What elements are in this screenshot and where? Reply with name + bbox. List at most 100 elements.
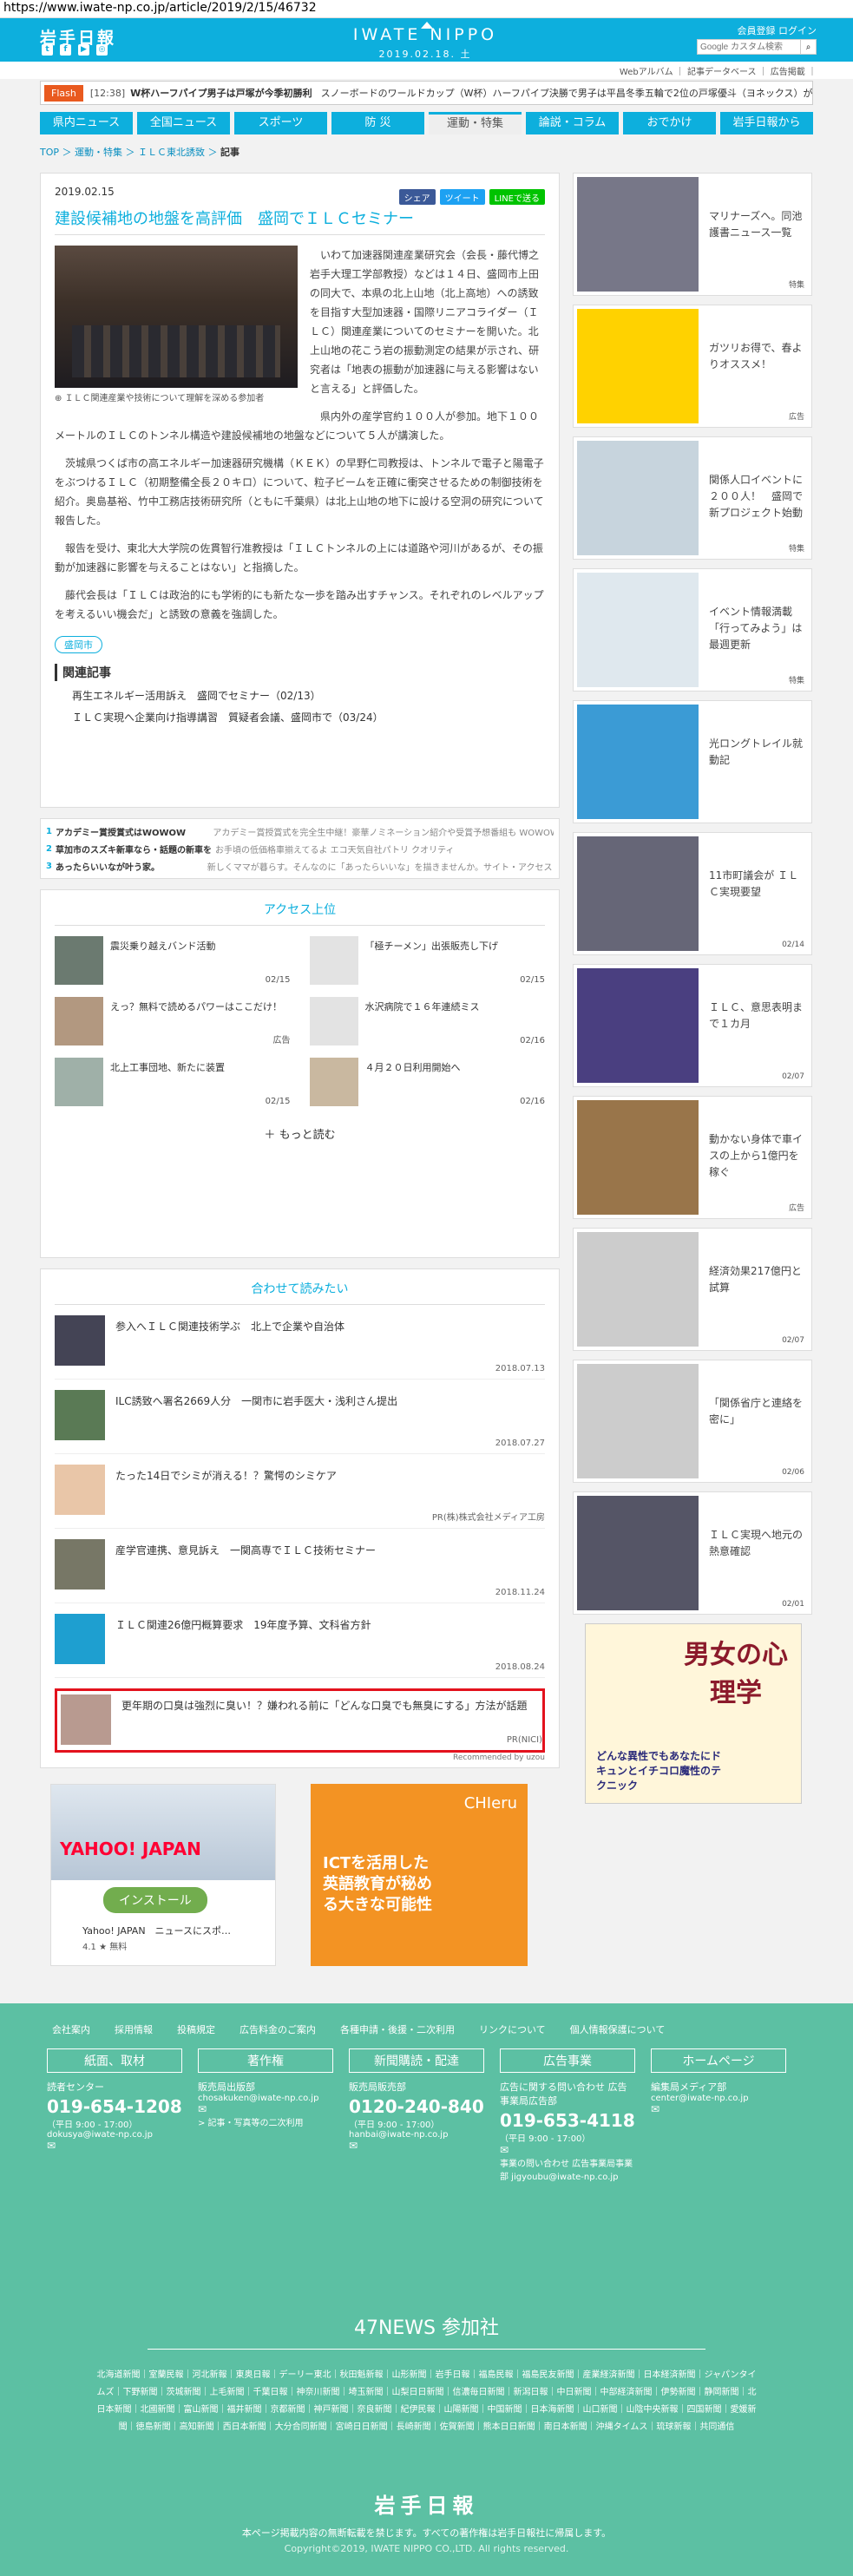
nav-national[interactable]: 全国ニュース — [137, 112, 230, 134]
ranking-item[interactable]: 北上工事団地、新たに装置 02/15 — [55, 1058, 291, 1106]
thumbnail — [577, 1100, 699, 1215]
seminar-photo[interactable] — [55, 246, 298, 388]
side-item[interactable]: 11市町議会が ＩＬＣ実現要望 02/14 — [574, 833, 811, 954]
search-button[interactable]: ⌕ — [801, 39, 817, 55]
phone-number[interactable]: 019-653-4118 — [500, 2110, 635, 2131]
recommend-credit[interactable]: Recommended by uzou — [453, 1753, 545, 1762]
side-item[interactable]: マリナーズへ。同池護書ニュース一覧 特集 — [574, 174, 811, 295]
side-item[interactable]: ＩＬＣ実現へ地元の熱意確認 02/01 — [574, 1492, 811, 1614]
footer-link[interactable]: 投稿規定 — [177, 2022, 215, 2036]
crumb-features[interactable]: 運動・特集 — [75, 147, 122, 158]
mail-icon[interactable]: ✉ — [500, 2144, 635, 2156]
side-item[interactable]: 関係人口イベントに２００人！ 盛岡で新プロジェクト始動 特集 — [574, 437, 811, 559]
recommended-item[interactable]: ILC誘致へ署名2669人分 一関市に岩手医大・浅利さん提出 2018.07.27 — [55, 1390, 545, 1454]
crumb-top[interactable]: TOP — [40, 147, 59, 158]
mail-icon[interactable]: ✉ — [651, 2103, 786, 2115]
ranking-item[interactable]: 「極チーメン」出張販売し下げ 02/15 — [309, 936, 545, 985]
recommended: 合わせて読みたい 参入へＩＬＣ関連技術学ぶ 北上で企業や自治体 2018.07.1… — [40, 1268, 560, 1768]
recommended-item-highlighted[interactable]: 更年期の口臭は強烈に臭い！？嫌われる前に「どんな口臭でも無臭にする」方法が話題 P… — [55, 1688, 545, 1753]
tweet-button[interactable]: ツイート — [439, 189, 485, 205]
side-item[interactable]: ＩＬＣ、意思表明まで１カ月 02/07 — [574, 965, 811, 1086]
recommended-item[interactable]: ＩＬＣ関連26億円概算要求 19年度予算、文科省方針 2018.08.24 — [55, 1614, 545, 1678]
phone-number[interactable]: 019-654-1208 — [47, 2096, 182, 2117]
recommended-item[interactable]: 参入へＩＬＣ関連技術学ぶ 北上で企業や自治体 2018.07.13 — [55, 1315, 545, 1380]
nippo-placeholder-icon — [309, 997, 358, 1045]
side-item[interactable]: 経済効果217億円と試算 02/07 — [574, 1229, 811, 1350]
more-button[interactable]: ＋ もっと読む — [55, 1125, 545, 1142]
flash-news[interactable]: Flash [12:38] W杯ハーフパイプ男子は戸塚が今季初勝利 スノーボード… — [40, 81, 813, 105]
chieru-logo: CHIeru — [463, 1794, 517, 1812]
recommended-item[interactable]: 産学官連携、意見訴え 一関高専でＩＬＣ技術セミナー 2018.11.24 — [55, 1539, 545, 1603]
side-item[interactable]: イベント情報満載「行ってみよう」は最週更新 特集 — [574, 569, 811, 691]
secondary-use-link[interactable]: > 記事・写真等の二次利用 — [198, 2115, 333, 2128]
mail-link[interactable]: hanbai@iwate-np.co.jp — [349, 2130, 484, 2140]
flash-tag: Flash — [44, 84, 83, 102]
footer-link[interactable]: 広告料金のご案内 — [239, 2022, 316, 2036]
mail-icon[interactable]: ✉ — [349, 2140, 484, 2152]
related-link[interactable]: 再生エネルギー活用訴え 盛岡でセミナー（02/13） — [55, 688, 545, 703]
phone-number[interactable]: 0120-240-840 — [349, 2096, 484, 2117]
news47-papers[interactable]: 北海道新聞｜室蘭民報｜河北新報｜東奥日報｜デーリー東北｜秋田魁新報｜山形新聞｜岩… — [95, 2367, 758, 2436]
text-ad[interactable]: 1 アカデミー賞授賞式はWOWOW アカデミー賞授賞式を完全生中継！豪華ノミネーショ… — [46, 823, 554, 840]
nav-local[interactable]: 県内ニュース — [40, 112, 133, 134]
twitter-icon[interactable]: t — [42, 44, 53, 56]
tag-morioka[interactable]: 盛岡市 — [55, 636, 102, 653]
app-name: Yahoo! JAPAN ニュースにスポ… — [82, 1925, 231, 1937]
nav-features[interactable]: 運動・特集 — [429, 112, 522, 134]
nav-disaster[interactable]: 防 災 — [331, 112, 424, 134]
recommended-item[interactable]: たった14日でシミが消える！？驚愕のシミケア PR(株)株式会社メディア工房 — [55, 1465, 545, 1529]
nav-outing[interactable]: おでかけ — [623, 112, 716, 134]
footer-link[interactable]: リンクについて — [479, 2022, 546, 2036]
contact-column: 著作権 販売局出版部 chosakuken@iwate-np.co.jp ✉ > 記事・… — [198, 2048, 333, 2182]
line-share-button[interactable]: LINEで送る — [489, 189, 545, 205]
mail-link[interactable]: dokusya@iwate-np.co.jp — [47, 2130, 182, 2140]
footer-logo[interactable]: 岩手日報 — [0, 2488, 853, 2519]
mail-icon[interactable]: ✉ — [47, 2140, 182, 2152]
share-buttons: シェア ツイート LINEで送る — [398, 189, 545, 205]
sub-links[interactable]: Webアルバム ｜ 記事データベース ｜ 広告掲載 ｜ — [0, 62, 853, 79]
footer-links: 会社案内 採用情報 投稿規定 広告料金のご案内 各種申請・後援・二次利用 リンク… — [52, 2022, 853, 2036]
psychology-ad[interactable]: 男女の心理学 どんな異性でもあなたにドキュンとイチコロ魔性のテクニック — [585, 1623, 802, 1804]
side-item[interactable]: ガツリお得で、春よりオススメ！ 広告 — [574, 305, 811, 427]
article-photo[interactable]: ⊕ ＩＬＣ関連産業や技術について理解を深める参加者 — [55, 246, 298, 403]
auth-links[interactable]: 会員登録 ログイン — [738, 23, 817, 37]
footer-link[interactable]: 採用情報 — [115, 2022, 153, 2036]
mail-link[interactable]: chosakuken@iwate-np.co.jp — [198, 2094, 333, 2103]
facebook-icon[interactable]: f — [60, 44, 71, 56]
ranking-item[interactable]: ４月２０日利用開始へ 02/16 — [309, 1058, 545, 1106]
thumbnail — [577, 968, 699, 1083]
footer: 会社案内 採用情報 投稿規定 広告料金のご案内 各種申請・後援・二次利用 リンク… — [0, 2003, 853, 2576]
nav-columns[interactable]: 論説・コラム — [526, 112, 619, 134]
zoom-icon[interactable]: ⊕ — [55, 394, 65, 403]
side-item[interactable]: 動かない身体で車イスの上から1億円を稼ぐ 広告 — [574, 1097, 811, 1218]
facebook-share-button[interactable]: シェア — [398, 189, 436, 205]
text-ad[interactable]: 3 あったらいいなが叶う家。 新しくママが暮らす。そんなのに「あったらいいな」を描き… — [46, 857, 554, 875]
ranking-item[interactable]: 水沢病院で１６年連続ミス 02/16 — [309, 997, 545, 1045]
brand-block[interactable]: IWATE NIPPO 2019.02.18. 土 — [343, 22, 508, 61]
thumbnail — [577, 309, 699, 423]
contact-column: 広告事業 広告に関する問い合わせ 広告事業局広告部 019-653-4118 （平日 … — [500, 2048, 635, 2182]
plus-icon: ＋ — [264, 1129, 279, 1142]
nav-from-nippo[interactable]: 岩手日報から — [720, 112, 813, 134]
mail-link[interactable]: center@iwate-np.co.jp — [651, 2094, 786, 2103]
youtube-icon[interactable]: ▶ — [78, 44, 89, 56]
event-contact[interactable]: 事業の問い合わせ 広告事業局事業部 jigyoubu@iwate-np.co.j… — [500, 2156, 635, 2182]
crumb-ilc[interactable]: ＩＬＣ東北誘致 — [138, 147, 205, 158]
nav-sports[interactable]: スポーツ — [234, 112, 327, 134]
side-item[interactable]: 光ロングトレイル就動記 — [574, 701, 811, 823]
instagram-icon[interactable]: ◎ — [96, 44, 108, 56]
side-item[interactable]: 「関係省庁と連絡を密に」 02/06 — [574, 1360, 811, 1482]
install-button[interactable]: インストール — [103, 1887, 207, 1913]
mail-icon[interactable]: ✉ — [198, 2103, 333, 2115]
related-link[interactable]: ＩＬＣ実現へ企業向け指導講習 質疑者会議、盛岡市で（03/24） — [55, 710, 545, 724]
search-input[interactable] — [697, 39, 801, 55]
text-ad[interactable]: 2 草加市のスズキ新車なら・話題の新車を展示 お手頃の低価格車揃えてるよ エコ天気自… — [46, 840, 554, 857]
ranking-item[interactable]: 震災乗り越えバンド活動 02/15 — [55, 936, 291, 985]
chieru-ad[interactable]: CHIeru ICTを活用した英語教育が秘める大きな可能性 — [311, 1784, 528, 1966]
footer-link[interactable]: 個人情報保護について — [570, 2022, 666, 2036]
yahoo-app-ad[interactable]: YAHOO! JAPAN インストール Yahoo! JAPAN ニュースにスポ… — [50, 1784, 276, 1966]
footer-link[interactable]: 各種申請・後援・二次利用 — [340, 2022, 455, 2036]
contact-column: 新聞購読・配達 販売局販売部 0120-240-840 （平日 9:00 - 17:0… — [349, 2048, 484, 2182]
ranking-item[interactable]: えっ？無料で読めるパワーはここだけ！ 広告 — [55, 997, 291, 1045]
footer-link[interactable]: 会社案内 — [52, 2022, 90, 2036]
